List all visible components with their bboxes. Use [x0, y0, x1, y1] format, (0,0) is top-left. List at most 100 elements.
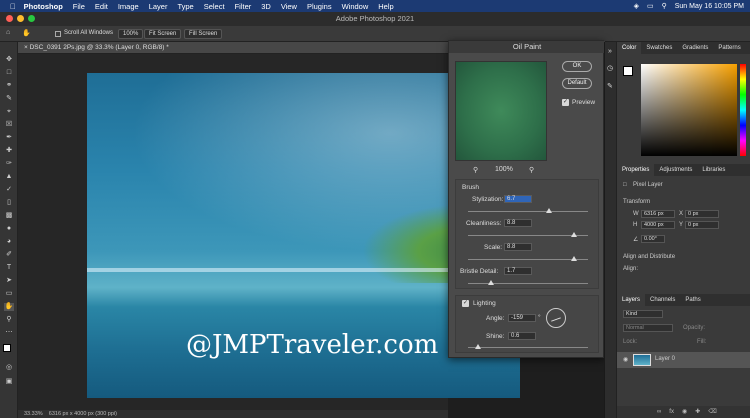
preview-checkbox[interactable]: ✓	[562, 99, 569, 106]
history-panel-icon[interactable]: ◷	[607, 64, 613, 72]
tab-properties[interactable]: Properties	[617, 164, 655, 176]
fx-icon[interactable]: fx	[669, 406, 674, 418]
color-picker-field[interactable]	[641, 64, 737, 156]
blur-tool-icon[interactable]: ●	[4, 225, 14, 233]
hand-tool-icon[interactable]: ✋	[22, 29, 31, 37]
stylization-slider[interactable]	[468, 208, 588, 213]
menu-window[interactable]: Window	[342, 2, 369, 11]
zoom-100-button[interactable]: 100%	[118, 29, 144, 39]
move-tool-icon[interactable]: ✥	[4, 56, 14, 64]
battery-icon[interactable]: ▭	[647, 2, 654, 10]
close-tab-icon[interactable]: ×	[24, 44, 28, 51]
height-field[interactable]: 4000 px	[641, 221, 675, 229]
stylization-field[interactable]: 6.7	[504, 195, 532, 203]
link-layers-icon[interactable]: ∞	[657, 406, 661, 418]
tab-swatches[interactable]: Swatches	[641, 42, 677, 54]
menu-filter[interactable]: Filter	[235, 2, 252, 11]
menu-select[interactable]: Select	[204, 2, 225, 11]
scale-slider[interactable]	[468, 256, 588, 261]
menu-image[interactable]: Image	[118, 2, 139, 11]
quick-mask-icon[interactable]: ◎	[4, 364, 14, 372]
dodge-tool-icon[interactable]: ◕	[4, 238, 14, 246]
layer-name[interactable]: Layer 0	[655, 356, 675, 362]
menu-type[interactable]: Type	[177, 2, 193, 11]
align-distribute-header[interactable]: Align and Distribute	[623, 254, 675, 260]
menu-file[interactable]: File	[73, 2, 85, 11]
bristle-detail-field[interactable]: 1.7	[504, 267, 532, 275]
healing-brush-tool-icon[interactable]: ✚	[4, 147, 14, 155]
menu-help[interactable]: Help	[378, 2, 393, 11]
clock[interactable]: Sun May 16 10:05 PM	[675, 3, 744, 10]
zoom-tool-icon[interactable]: ⚲	[4, 316, 14, 324]
x-field[interactable]: 0 px	[685, 210, 719, 218]
default-button[interactable]: Default	[562, 78, 592, 89]
pen-tool-icon[interactable]: ✐	[4, 251, 14, 259]
transform-header[interactable]: Transform	[623, 199, 650, 205]
crop-tool-icon[interactable]: ⌖	[4, 108, 14, 116]
gradient-tool-icon[interactable]: ▩	[4, 212, 14, 220]
stylization-knob[interactable]	[546, 208, 553, 213]
layer-visibility-icon[interactable]: ◉	[623, 356, 628, 363]
angle-field[interactable]: -159	[508, 314, 536, 322]
scale-knob[interactable]	[570, 256, 577, 261]
clone-stamp-tool-icon[interactable]: ▲	[4, 173, 14, 181]
lasso-tool-icon[interactable]: ⚭	[4, 82, 14, 90]
screen-mode-icon[interactable]: ▣	[4, 378, 14, 386]
hand-tool-icon[interactable]: ✋	[4, 303, 14, 311]
fit-screen-button[interactable]: Fit Screen	[144, 29, 182, 39]
marquee-tool-icon[interactable]: □	[4, 69, 14, 77]
panel-toggle-icon[interactable]: »	[608, 48, 612, 55]
y-field[interactable]: 0 px	[685, 221, 719, 229]
search-icon[interactable]: ⚲	[662, 2, 667, 10]
bristle-detail-slider[interactable]	[468, 280, 588, 285]
close-window-button[interactable]	[6, 15, 13, 22]
rotation-field[interactable]: 0.00°	[641, 235, 665, 243]
lighting-checkbox[interactable]: ✓	[462, 300, 469, 307]
menu-plugins[interactable]: Plugins	[307, 2, 332, 11]
brush-panel-icon[interactable]: ✎	[607, 82, 613, 90]
eyedropper-tool-icon[interactable]: ✒	[4, 134, 14, 142]
tab-gradients[interactable]: Gradients	[677, 42, 713, 54]
new-layer-icon[interactable]: ✚	[695, 406, 700, 418]
document-tab[interactable]: × DSC_0391 2Ps.jpg @ 33.3% (Layer 0, RGB…	[18, 42, 448, 54]
brush-tool-icon[interactable]: ✑	[4, 160, 14, 168]
app-menu[interactable]: Photoshop	[24, 2, 63, 11]
type-tool-icon[interactable]: T	[4, 264, 14, 272]
mask-icon[interactable]: ◉	[682, 406, 687, 418]
layer-filter-kind[interactable]: Kind	[623, 310, 663, 318]
tab-paths[interactable]: Paths	[680, 294, 705, 306]
filter-preview[interactable]	[455, 61, 547, 161]
bristle-detail-knob[interactable]	[487, 280, 494, 285]
zoom-window-button[interactable]	[28, 15, 35, 22]
wifi-icon[interactable]: ◈	[634, 2, 639, 10]
frame-tool-icon[interactable]: ☒	[4, 121, 14, 129]
menu-edit[interactable]: Edit	[95, 2, 108, 11]
angle-dial[interactable]	[546, 308, 566, 328]
tab-layers[interactable]: Layers	[617, 294, 646, 306]
minimize-window-button[interactable]	[17, 15, 24, 22]
rectangle-tool-icon[interactable]: ▭	[4, 290, 14, 298]
tab-libraries[interactable]: Libraries	[697, 164, 730, 176]
cleanliness-field[interactable]: 8.8	[504, 219, 532, 227]
hue-slider[interactable]	[740, 64, 746, 156]
scroll-all-checkbox[interactable]	[55, 31, 61, 37]
blend-mode-select[interactable]: Normal	[623, 324, 673, 332]
menu-view[interactable]: View	[281, 2, 297, 11]
panel-foreground-swatch[interactable]	[623, 66, 633, 76]
tab-color[interactable]: Color	[617, 42, 642, 54]
zoom-out-icon[interactable]: ⚲	[473, 166, 478, 174]
tab-channels[interactable]: Channels	[645, 294, 680, 306]
fill-screen-button[interactable]: Fill Screen	[184, 29, 223, 39]
scale-field[interactable]: 8.8	[504, 243, 532, 251]
menu-3d[interactable]: 3D	[261, 2, 271, 11]
more-tools-icon[interactable]: ⋯	[4, 329, 14, 337]
history-brush-tool-icon[interactable]: ✓	[4, 186, 14, 194]
ok-button[interactable]: OK	[562, 61, 592, 72]
shine-slider[interactable]	[468, 344, 588, 349]
zoom-in-icon[interactable]: ⚲	[529, 166, 534, 174]
shine-field[interactable]: 0.6	[508, 332, 536, 340]
menu-layer[interactable]: Layer	[149, 2, 168, 11]
home-icon[interactable]: ⌂	[6, 29, 10, 36]
shine-knob[interactable]	[475, 344, 482, 349]
trash-icon[interactable]: ⌫	[708, 406, 716, 418]
